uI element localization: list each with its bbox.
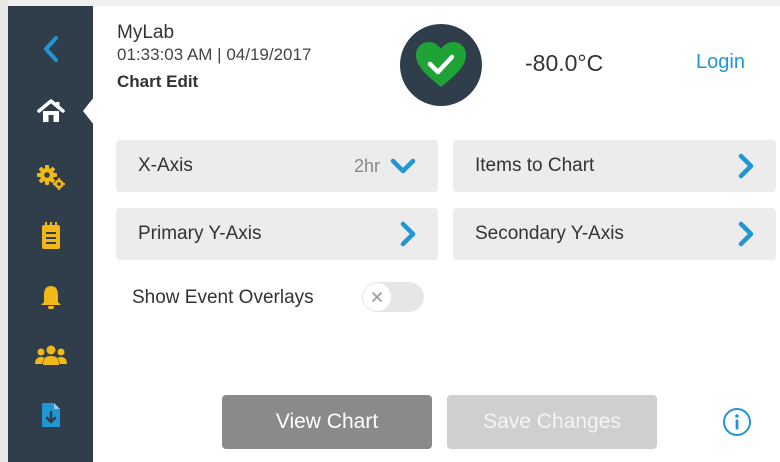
users-icon (34, 345, 67, 365)
status-indicator (400, 24, 482, 106)
chevron-right-icon (400, 221, 416, 247)
active-indicator (83, 97, 94, 125)
event-overlays-label: Show Event Overlays (132, 287, 314, 308)
chevron-down-icon (390, 158, 416, 174)
event-overlays-toggle[interactable] (362, 282, 424, 312)
page-title: Chart Edit (117, 72, 199, 91)
primary-y-axis-label: Primary Y-Axis (138, 223, 262, 244)
chevron-right-icon (738, 153, 754, 179)
info-icon (723, 408, 751, 436)
x-axis-value: 2hr (353, 155, 380, 176)
close-icon (372, 292, 382, 302)
window-frame-top (0, 0, 780, 6)
sidebar-item-export[interactable] (8, 392, 93, 438)
sidebar-item-settings[interactable] (8, 154, 93, 200)
sidebar-item-alarms[interactable] (8, 274, 93, 320)
x-axis-selector[interactable]: X-Axis 2hr (116, 140, 438, 192)
items-to-chart-button[interactable]: Items to Chart (453, 140, 776, 192)
window-frame-left (0, 0, 8, 462)
info-button[interactable] (722, 407, 752, 437)
login-link[interactable]: Login (696, 51, 745, 74)
toggle-knob (363, 283, 391, 311)
bell-icon (40, 286, 61, 309)
heart-check-icon (416, 42, 466, 87)
primary-y-axis-button[interactable]: Primary Y-Axis (116, 208, 438, 260)
sidebar (8, 6, 94, 462)
app-name: MyLab (117, 22, 175, 43)
clipboard-icon (41, 222, 60, 249)
save-changes-button[interactable]: Save Changes (447, 395, 657, 449)
sidebar-item-back[interactable] (8, 26, 93, 72)
sidebar-item-logs[interactable] (8, 213, 93, 259)
secondary-y-axis-button[interactable]: Secondary Y-Axis (453, 208, 776, 260)
settings-gears-icon (36, 165, 65, 190)
home-icon (36, 99, 65, 122)
file-download-icon (41, 403, 60, 427)
sidebar-item-home[interactable] (8, 88, 94, 134)
x-axis-label: X-Axis (138, 155, 193, 176)
items-to-chart-label: Items to Chart (475, 155, 595, 176)
view-chart-button[interactable]: View Chart (222, 395, 432, 449)
date-time: 01:33:03 AM | 04/19/2017 (117, 45, 312, 64)
secondary-y-axis-label: Secondary Y-Axis (475, 223, 624, 244)
back-chevron-icon (43, 36, 58, 62)
temperature-readout: -80.0°C (525, 50, 604, 76)
sidebar-item-users[interactable] (8, 332, 93, 378)
chevron-right-icon (738, 221, 754, 247)
